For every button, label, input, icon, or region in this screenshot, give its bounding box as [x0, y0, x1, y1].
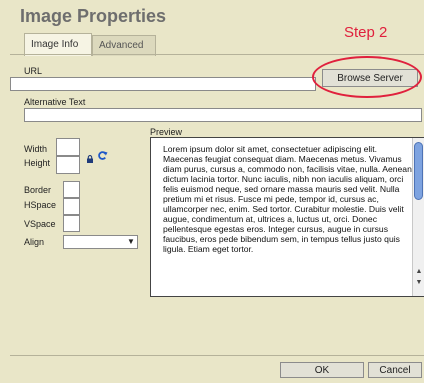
preview-text: Lorem ipsum dolor sit amet, consectetuer… — [163, 144, 412, 254]
image-properties-dialog: Image Properties Image Info Advanced Ste… — [0, 0, 424, 383]
hspace-label: HSpace — [24, 200, 57, 210]
dialog-title: Image Properties — [20, 6, 167, 26]
scroll-down-icon[interactable]: ▼ — [414, 278, 424, 287]
preview-label: Preview — [150, 127, 183, 137]
scroll-thumb[interactable] — [414, 142, 423, 200]
tab-image-info[interactable]: Image Info — [24, 33, 92, 56]
border-field[interactable] — [63, 181, 80, 198]
alt-text-field[interactable] — [24, 108, 422, 122]
preview-box: Lorem ipsum dolor sit amet, consectetuer… — [150, 137, 424, 297]
ok-button[interactable]: OK — [280, 362, 364, 378]
lock-icon[interactable] — [86, 150, 94, 163]
alt-text-label: Alternative Text — [24, 97, 86, 107]
vspace-label: VSpace — [24, 219, 56, 229]
width-label: Width — [24, 144, 48, 154]
scroll-up-icon[interactable]: ▲ — [414, 267, 424, 276]
width-field[interactable] — [56, 138, 80, 156]
height-field[interactable] — [56, 156, 80, 174]
cancel-button[interactable]: Cancel — [368, 362, 422, 378]
height-label: Height — [24, 158, 51, 168]
preview-scrollbar[interactable]: ▲ ▼ — [412, 138, 424, 296]
align-label: Align — [24, 237, 45, 247]
border-label: Border — [24, 185, 52, 195]
hspace-field[interactable] — [63, 198, 80, 215]
url-field[interactable] — [10, 77, 316, 91]
chevron-down-icon: ▼ — [127, 237, 135, 246]
url-label: URL — [24, 66, 43, 76]
step-annotation: Step 2 — [344, 24, 388, 41]
footer-divider — [10, 355, 424, 356]
vspace-field[interactable] — [63, 215, 80, 232]
align-select[interactable]: ▼ — [63, 235, 138, 249]
highlight-circle — [312, 56, 422, 98]
tab-advanced[interactable]: Advanced — [92, 35, 156, 56]
reset-size-icon[interactable] — [97, 148, 108, 160]
